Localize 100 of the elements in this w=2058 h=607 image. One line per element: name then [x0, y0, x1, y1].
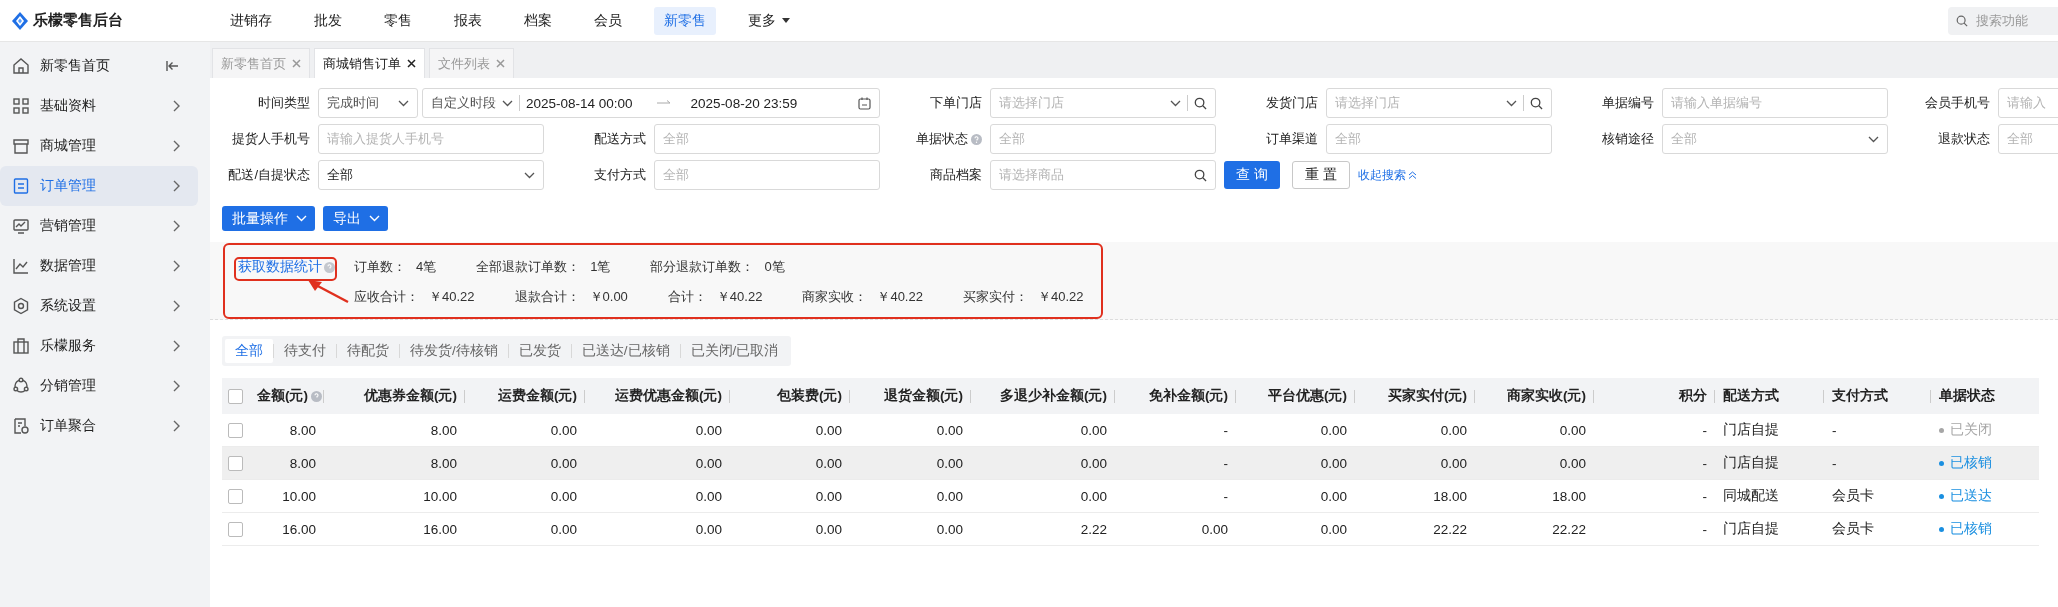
dropdown-button[interactable]: 导出	[323, 206, 388, 231]
status-tab[interactable]: 待支付	[274, 339, 336, 363]
search-icon	[1956, 13, 1968, 28]
stat-label: 商家实收：	[802, 288, 868, 306]
stat-value: 0笔	[764, 258, 785, 276]
field-label: 提货人手机号	[232, 130, 310, 148]
chevron-down-icon	[296, 215, 307, 222]
table-cell: 2.22	[1080, 521, 1107, 537]
search-input[interactable]: 搜索功能	[1974, 12, 2058, 29]
checkbox[interactable]	[228, 455, 243, 471]
nav-tab[interactable]: 更多	[738, 6, 800, 35]
table-cell: -	[1832, 422, 1837, 438]
status-tab[interactable]: 已送达/已核销	[571, 339, 680, 363]
table-cell: 8.00	[289, 422, 316, 438]
table-cell: 0.00	[550, 488, 577, 504]
status-text: 已关闭	[1950, 421, 1992, 440]
collapse-icon[interactable]	[166, 60, 180, 72]
sidebar-item[interactable]: 营销管理	[0, 206, 198, 246]
sidebar-item[interactable]: 新零售首页	[0, 46, 198, 86]
sidebar-item[interactable]: 商城管理	[0, 126, 198, 166]
table-cell: -	[1702, 455, 1707, 471]
reset-button[interactable]: 重 置	[1291, 161, 1350, 189]
table-cell: 16.00	[282, 521, 316, 537]
chevron-down-icon	[1868, 135, 1879, 143]
search-icon[interactable]	[1194, 96, 1207, 110]
date-range-field[interactable]: 自定义时段 2025-08-14 00:00 2025-08-20 23:59	[422, 88, 880, 118]
search-icon[interactable]	[1194, 168, 1207, 182]
nav-tab[interactable]: 档案	[514, 6, 562, 35]
collapse-search-link[interactable]: 收起搜索	[1357, 166, 1417, 184]
nav-tab[interactable]: 新零售	[654, 6, 716, 35]
search-icon[interactable]	[1530, 96, 1543, 110]
status-tab[interactable]: 待配货	[337, 339, 399, 363]
nav-tab[interactable]: 进销存	[220, 6, 282, 35]
sidebar-item[interactable]: 订单聚合	[0, 406, 198, 446]
table-cell: 0.00	[1559, 422, 1586, 438]
table-cell: 0.00	[1440, 422, 1467, 438]
nav-tab[interactable]: 零售	[374, 6, 422, 35]
hexagon-icon	[12, 297, 30, 315]
grid-icon	[12, 97, 30, 115]
network-icon	[12, 377, 30, 395]
chevron-right-icon	[173, 300, 180, 312]
close-icon[interactable]	[407, 59, 416, 68]
nav-tab[interactable]: 批发	[304, 6, 352, 35]
select-field[interactable]: 全部	[318, 160, 544, 190]
shop-icon	[12, 137, 30, 155]
checkbox[interactable]	[228, 388, 243, 404]
sidebar-item[interactable]: 乐檬服务	[0, 326, 198, 366]
status-tab[interactable]: 全部	[225, 339, 273, 363]
sidebar-item[interactable]: 订单管理	[0, 166, 198, 206]
stat-label: 合计：	[667, 288, 707, 306]
checkbox[interactable]	[228, 521, 243, 537]
stat-label: 退款合计：	[514, 288, 580, 306]
status-tab[interactable]: 待发货/待核销	[400, 339, 508, 363]
sidebar-item[interactable]: 系统设置	[0, 286, 198, 326]
status-tab[interactable]: 已关闭/已取消	[680, 339, 789, 363]
table-cell: -	[1702, 488, 1707, 504]
field-label: 商品档案	[930, 166, 982, 184]
fetch-stats-link[interactable]: 获取数据统计	[238, 258, 322, 276]
chevron-down-icon	[1170, 99, 1181, 107]
chevron-down-icon	[398, 99, 409, 107]
nav-tab[interactable]: 会员	[584, 6, 632, 35]
chevron-right-icon	[173, 340, 180, 352]
chevron-right-icon	[173, 180, 180, 192]
logo-icon	[12, 11, 28, 30]
help-icon	[324, 261, 335, 273]
document-icon	[12, 417, 30, 435]
chart-icon	[12, 257, 30, 275]
sidebar-item[interactable]: 分销管理	[0, 366, 198, 406]
table-cell: 0.00	[1080, 488, 1107, 504]
table-cell: 0.00	[815, 488, 842, 504]
table-cell: 18.00	[1552, 488, 1586, 504]
stat-label: 部分退款订单数：	[650, 258, 755, 276]
query-button[interactable]: 查 询	[1224, 161, 1280, 189]
page-tab[interactable]: 商城销售订单	[314, 48, 425, 78]
chevron-down-icon	[524, 171, 535, 179]
column-header: 金额(元)	[257, 387, 308, 405]
sidebar-item[interactable]: 数据管理	[0, 246, 198, 286]
table-cell: 0.00	[695, 521, 722, 537]
table-cell: -	[1832, 455, 1837, 471]
bag-icon	[12, 337, 30, 355]
checkbox[interactable]	[228, 422, 243, 438]
checkbox[interactable]	[228, 488, 243, 504]
stat-value: ￥40.22	[716, 288, 763, 306]
sidebar-item[interactable]: 基础资料	[0, 86, 198, 126]
column-header: 支付方式	[1832, 387, 1888, 405]
column-header: 配送方式	[1723, 387, 1779, 405]
search-field[interactable]: 搜索功能	[1948, 6, 2058, 35]
table-cell: 0.00	[815, 455, 842, 471]
table-cell: 同城配送	[1723, 488, 1779, 503]
stat-value: ￥40.22	[429, 288, 475, 306]
field-label: 订单渠道	[1266, 130, 1318, 148]
nav-tab[interactable]: 报表	[444, 6, 492, 35]
table-cell: 0.00	[1080, 422, 1107, 438]
time-type-select[interactable]: 完成时间	[318, 88, 418, 118]
table-cell: 8.00	[430, 455, 457, 471]
field-label: 下单门店	[930, 94, 982, 112]
status-tab[interactable]: 已发货	[508, 339, 571, 363]
arrow-right-icon	[656, 100, 671, 106]
dropdown-button[interactable]: 批量操作	[222, 206, 315, 231]
table-cell: 0.00	[1201, 521, 1228, 537]
